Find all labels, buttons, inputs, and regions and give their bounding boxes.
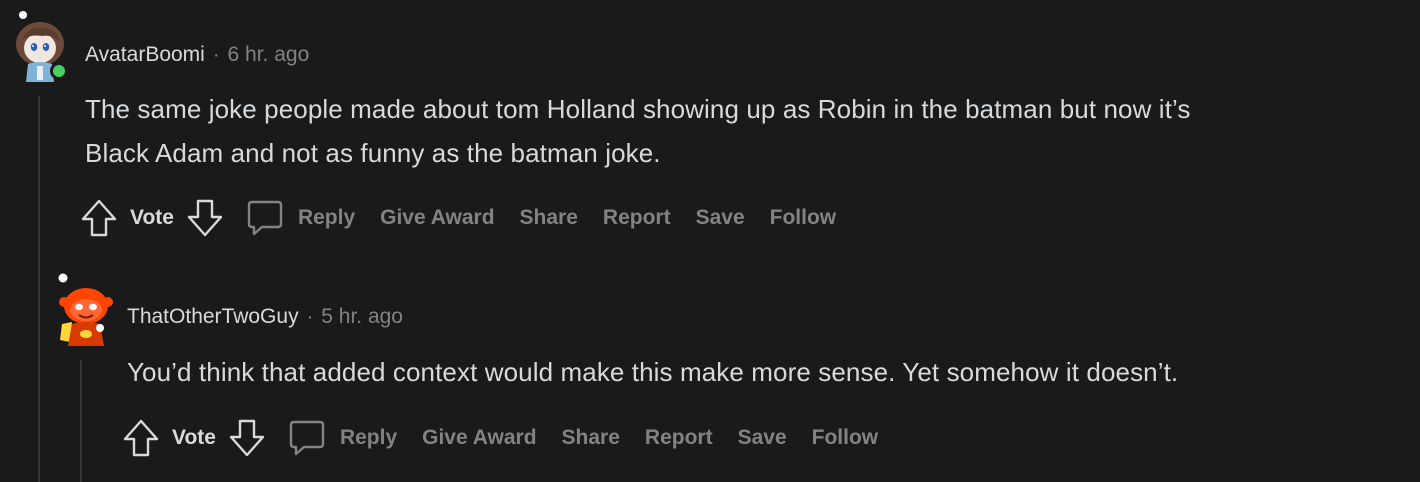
username[interactable]: AvatarBoomi	[85, 43, 205, 67]
save-button[interactable]: Save	[738, 426, 787, 450]
reply-label: Reply	[297, 206, 356, 229]
upvote-arrow-icon[interactable]	[122, 418, 160, 458]
comment-action-bar: Vote Reply Give Award Share Report Save …	[122, 417, 903, 459]
report-button[interactable]: Report	[645, 426, 713, 450]
comment-thread: AvatarBoomi · 6 hr. ago The same joke pe…	[0, 0, 1420, 482]
thread-line-level-2[interactable]	[80, 360, 82, 482]
thread-line-level-1[interactable]	[38, 96, 40, 482]
reply-label: Reply	[339, 426, 398, 449]
comment-bubble-icon	[246, 199, 284, 237]
timestamp[interactable]: 6 hr. ago	[228, 43, 310, 67]
give-award-button[interactable]: Give Award	[380, 206, 494, 230]
timestamp[interactable]: 5 hr. ago	[321, 305, 403, 329]
vote-label: Vote	[130, 206, 174, 229]
upvote-arrow-icon[interactable]	[80, 198, 118, 238]
downvote-arrow-icon[interactable]	[186, 198, 224, 238]
online-status-indicator	[50, 62, 68, 80]
comment-bubble-icon	[288, 419, 326, 457]
comment-body-line: You’d think that added context would mak…	[127, 357, 1179, 387]
snoo-avatar-icon	[58, 273, 113, 346]
comment-body: You’d think that added context would mak…	[127, 350, 1178, 394]
downvote-arrow-icon[interactable]	[228, 418, 266, 458]
reply-button[interactable]: Reply	[246, 199, 355, 237]
avatar[interactable]	[52, 270, 114, 346]
share-button[interactable]: Share	[520, 206, 578, 230]
comment-action-bar: Vote Reply Give Award Share Report Save …	[80, 197, 861, 239]
comment-body-line: The same joke people made about tom Holl…	[85, 94, 1191, 124]
follow-button[interactable]: Follow	[812, 426, 879, 450]
reply-button[interactable]: Reply	[288, 419, 397, 457]
save-button[interactable]: Save	[696, 206, 745, 230]
comment-body-line: Black Adam and not as funny as the batma…	[85, 138, 661, 168]
username[interactable]: ThatOtherTwoGuy	[127, 305, 299, 329]
share-button[interactable]: Share	[562, 426, 620, 450]
avatar[interactable]	[8, 10, 70, 82]
meta-separator: ·	[212, 43, 220, 66]
give-award-button[interactable]: Give Award	[422, 426, 536, 450]
report-button[interactable]: Report	[603, 206, 671, 230]
vote-label: Vote	[172, 426, 216, 449]
comment-header: ThatOtherTwoGuy · 5 hr. ago	[127, 302, 403, 332]
meta-separator: ·	[306, 305, 314, 328]
comment-header: AvatarBoomi · 6 hr. ago	[85, 40, 309, 70]
follow-button[interactable]: Follow	[770, 206, 837, 230]
comment-body: The same joke people made about tom Holl…	[85, 87, 1191, 175]
